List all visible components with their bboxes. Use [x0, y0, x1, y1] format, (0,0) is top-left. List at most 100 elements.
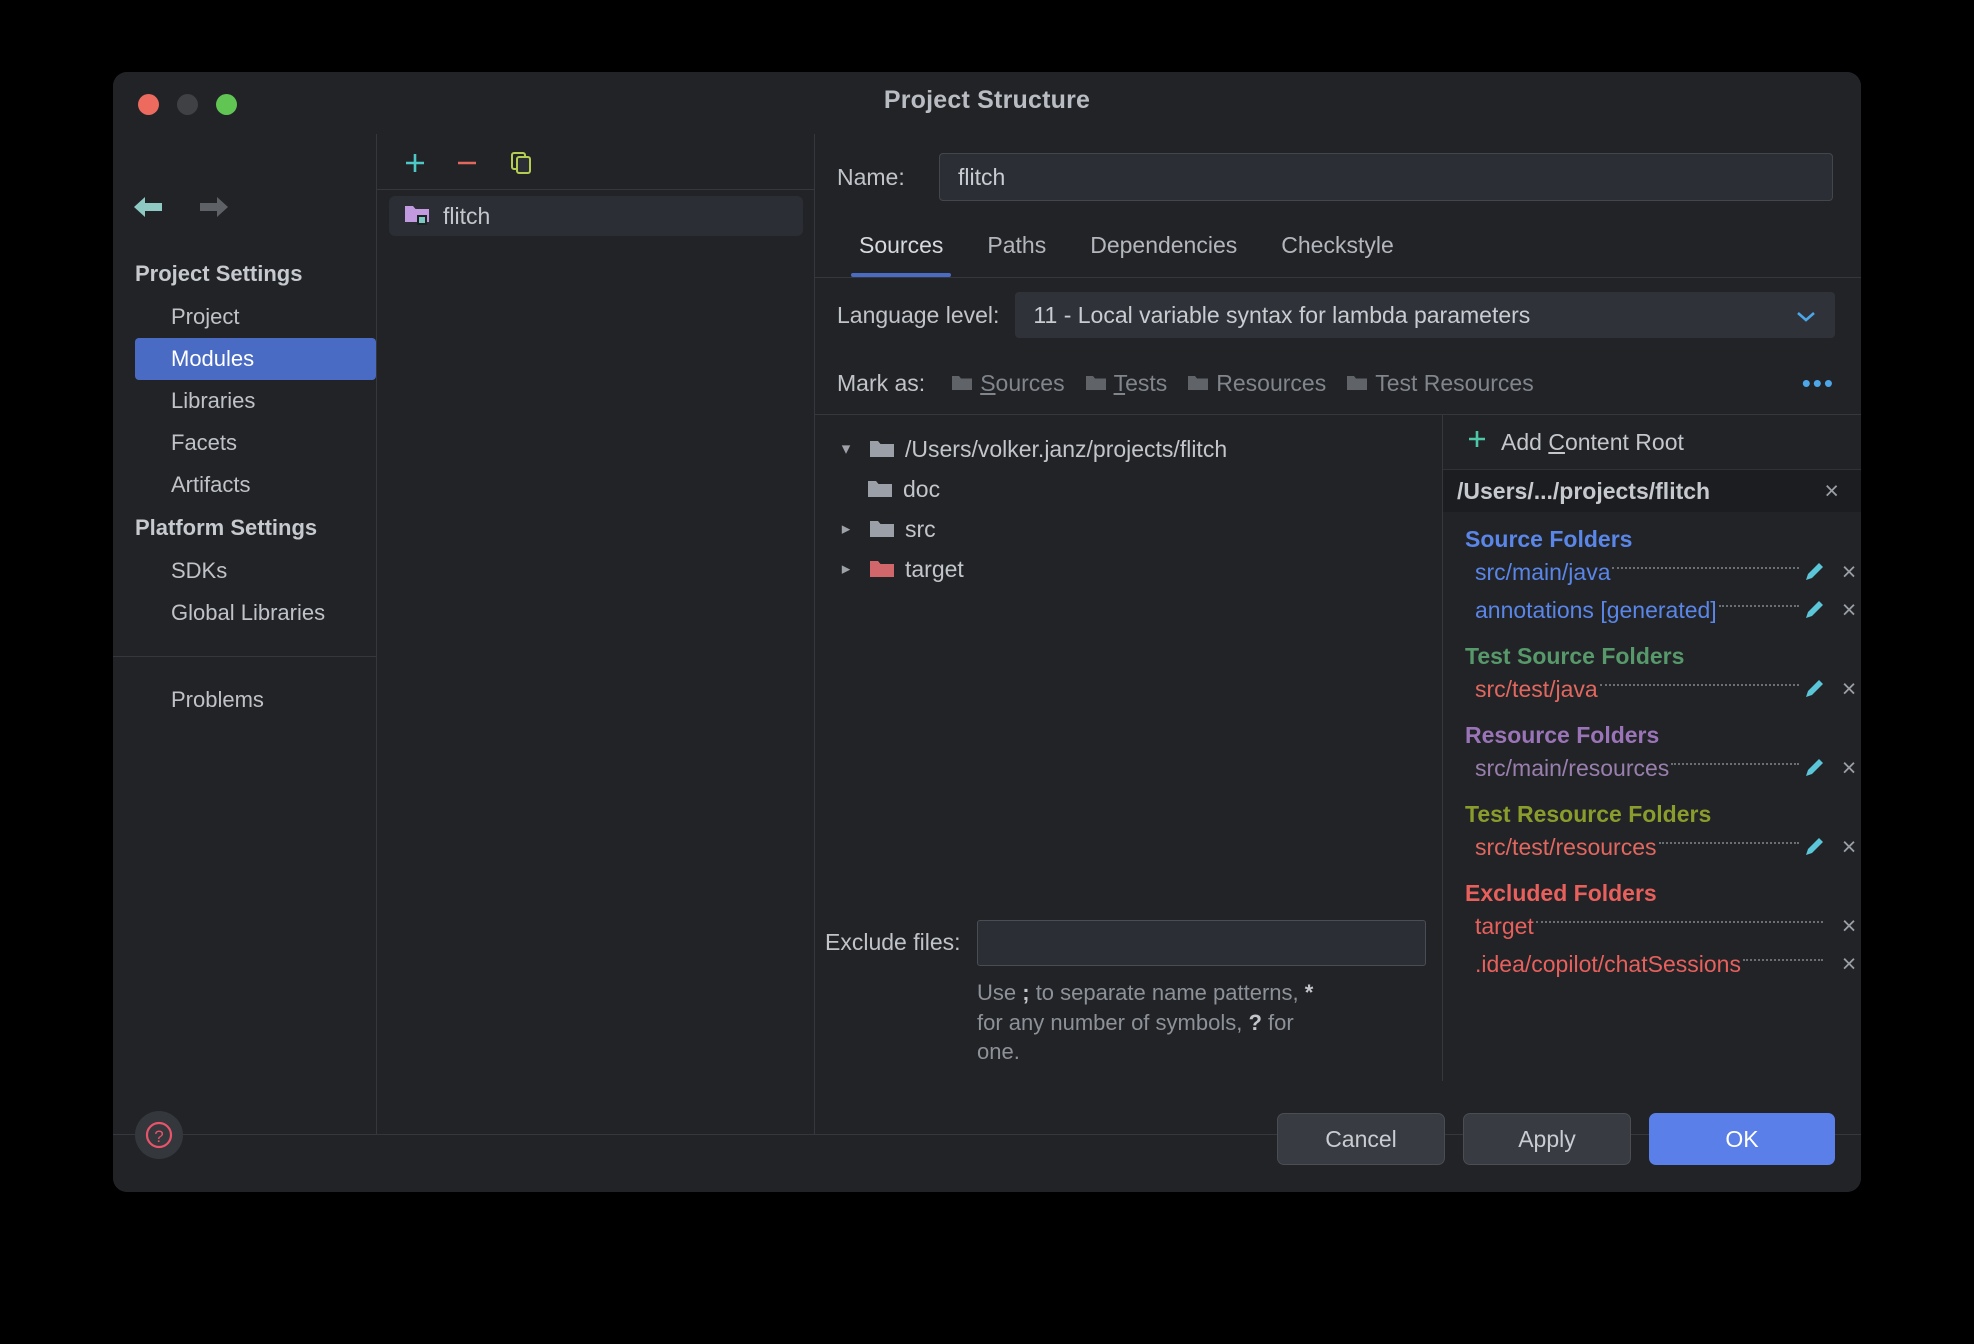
sidebar-item-facets[interactable]: Facets: [113, 422, 376, 464]
cancel-button[interactable]: Cancel: [1277, 1113, 1445, 1165]
leader-dots: [1536, 921, 1823, 923]
dialog-body: Project Settings Project Modules Librari…: [113, 134, 1861, 1134]
mark-as-test-resources-button[interactable]: Test Resources: [1346, 370, 1534, 397]
sidebar-item-problems[interactable]: Problems: [113, 679, 376, 721]
edit-pencil-icon[interactable]: [1801, 677, 1827, 701]
group-source-folders: Source Folders src/main/java × annota: [1443, 526, 1861, 629]
remove-folder-button[interactable]: ×: [1837, 596, 1861, 625]
folder-entry[interactable]: annotations [generated] ×: [1465, 591, 1861, 629]
add-root-pre: Add: [1501, 429, 1548, 455]
tree-node-doc[interactable]: doc: [815, 469, 1442, 509]
mark-resources-label: Resources: [1216, 370, 1326, 397]
folder-entry[interactable]: src/main/java ×: [1465, 553, 1861, 591]
plus-icon: [1465, 427, 1489, 457]
folder-icon: [1187, 373, 1209, 393]
sidebar-item-global-libraries[interactable]: Global Libraries: [113, 592, 376, 634]
modules-toolbar: [377, 134, 815, 190]
folder-entry[interactable]: .idea/copilot/chatSessions ×: [1465, 945, 1861, 983]
chevron-down-icon[interactable]: ▾: [833, 439, 859, 459]
remove-folder-button[interactable]: ×: [1837, 675, 1861, 704]
language-level-label: Language level:: [837, 302, 999, 329]
tab-paths[interactable]: Paths: [965, 220, 1068, 277]
dialog-buttons: Cancel Apply OK: [1277, 1113, 1835, 1165]
exclude-files-hint: Use ; to separate name patterns, * for a…: [977, 978, 1329, 1067]
module-folder-icon: [403, 201, 431, 232]
tree-node-label: /Users/volker.janz/projects/flitch: [905, 436, 1227, 463]
folder-entry[interactable]: src/test/resources ×: [1465, 828, 1861, 866]
dialog-footer: ? Cancel Apply OK: [113, 1134, 1861, 1192]
mark-as-tests-button[interactable]: Tests: [1085, 370, 1168, 397]
folder-icon: [869, 518, 895, 540]
apply-button[interactable]: Apply: [1463, 1113, 1631, 1165]
tab-sources[interactable]: Sources: [837, 220, 965, 277]
edit-pencil-icon[interactable]: [1801, 835, 1827, 859]
remove-folder-button[interactable]: ×: [1837, 558, 1861, 587]
remove-folder-button[interactable]: ×: [1837, 950, 1861, 979]
hint-mid2: for any number of symbols,: [977, 1010, 1248, 1035]
tree-node-src[interactable]: ▸ src: [815, 509, 1442, 549]
edit-pencil-icon[interactable]: [1801, 560, 1827, 584]
language-level-select[interactable]: 11 - Local variable syntax for lambda pa…: [1015, 292, 1835, 338]
sidebar-item-project[interactable]: Project: [113, 296, 376, 338]
remove-folder-button[interactable]: ×: [1837, 833, 1861, 862]
module-details-pane: Name: flitch Sources Paths Dependencies …: [814, 134, 1861, 1134]
folder-path: annotations [generated]: [1475, 597, 1717, 624]
hint-prefix: Use: [977, 980, 1022, 1005]
tab-checkstyle[interactable]: Checkstyle: [1259, 220, 1415, 277]
remove-content-root-button[interactable]: ×: [1824, 477, 1839, 506]
mark-as-sources-button[interactable]: Sources: [951, 370, 1064, 397]
sidebar-item-libraries[interactable]: Libraries: [113, 380, 376, 422]
mark-tests-rest: ests: [1125, 370, 1167, 396]
mark-sources-mnemonic: S: [980, 370, 995, 396]
edit-pencil-icon[interactable]: [1801, 598, 1827, 622]
language-level-value: 11 - Local variable syntax for lambda pa…: [1033, 302, 1530, 329]
sidebar-item-sdks[interactable]: SDKs: [113, 550, 376, 592]
module-name: flitch: [443, 203, 490, 230]
remove-folder-button[interactable]: ×: [1837, 754, 1861, 783]
leader-dots: [1600, 684, 1799, 686]
tree-node-target[interactable]: ▸ target: [815, 549, 1442, 589]
sidebar-item-artifacts[interactable]: Artifacts: [113, 464, 376, 506]
name-label: Name:: [837, 164, 923, 191]
remove-module-button[interactable]: [450, 146, 484, 180]
chevron-right-icon[interactable]: ▸: [833, 559, 859, 579]
leader-dots: [1612, 567, 1799, 569]
copy-module-button[interactable]: [504, 146, 538, 180]
add-content-root-button[interactable]: Add Content Root: [1443, 415, 1861, 470]
folder-entry[interactable]: target ×: [1465, 907, 1861, 945]
exclude-files-input[interactable]: [977, 920, 1426, 966]
group-test-source-folders: Test Source Folders src/test/java ×: [1443, 643, 1861, 708]
mark-as-resources-button[interactable]: Resources: [1187, 370, 1326, 397]
sidebar-item-modules[interactable]: Modules: [135, 338, 376, 380]
hint-star: *: [1305, 980, 1314, 1005]
content-root-header[interactable]: /Users/.../projects/flitch ×: [1443, 470, 1861, 512]
content-tree-pane: ▾ /Users/volker.janz/projects/flitch doc…: [815, 415, 1443, 1081]
add-root-mnemonic: C: [1548, 429, 1565, 455]
folder-path: target: [1475, 913, 1534, 940]
modules-pane: flitch: [376, 134, 815, 1134]
title-bar: Project Structure: [113, 72, 1861, 134]
chevron-right-icon[interactable]: ▸: [833, 519, 859, 539]
group-title: Test Source Folders: [1465, 643, 1861, 670]
content-root-path: /Users/.../projects/flitch: [1457, 478, 1710, 505]
folder-entry[interactable]: src/main/resources ×: [1465, 749, 1861, 787]
leader-dots: [1671, 763, 1799, 765]
module-name-row: Name: flitch: [815, 134, 1861, 220]
tab-dependencies[interactable]: Dependencies: [1068, 220, 1259, 277]
nav-group-platform-settings: Platform Settings: [113, 506, 376, 550]
remove-folder-button[interactable]: ×: [1837, 912, 1861, 941]
add-root-post: ontent Root: [1565, 429, 1684, 455]
group-title: Test Resource Folders: [1465, 801, 1861, 828]
folder-entry[interactable]: src/test/java ×: [1465, 670, 1861, 708]
leader-dots: [1719, 605, 1799, 607]
module-list-item[interactable]: flitch: [389, 196, 803, 236]
ok-button[interactable]: OK: [1649, 1113, 1835, 1165]
tree-node-root[interactable]: ▾ /Users/volker.janz/projects/flitch: [815, 429, 1442, 469]
module-name-input[interactable]: flitch: [939, 153, 1833, 201]
help-question-icon[interactable]: ?: [135, 1111, 183, 1159]
more-options-button[interactable]: •••: [1802, 370, 1835, 396]
back-arrow-icon[interactable]: [131, 194, 167, 220]
tree-node-label: target: [905, 556, 964, 583]
edit-pencil-icon[interactable]: [1801, 756, 1827, 780]
add-module-button[interactable]: [398, 146, 432, 180]
